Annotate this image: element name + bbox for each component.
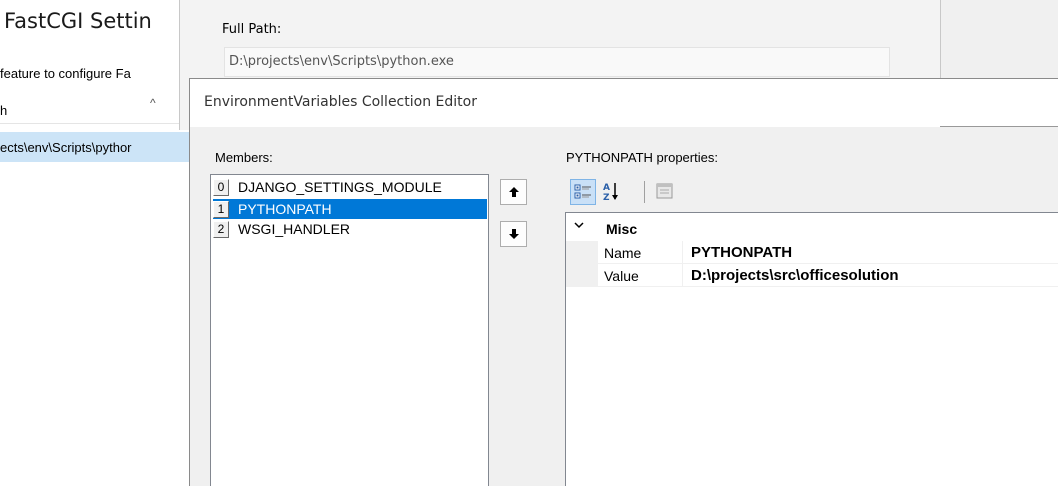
category-name: Misc [606, 221, 638, 237]
list-item[interactable]: ects\env\Scripts\pythor [0, 132, 190, 162]
member-name: PYTHONPATH [238, 201, 332, 217]
move-up-button[interactable] [500, 179, 527, 205]
member-index: 2 [213, 221, 229, 238]
members-label: Members: [215, 150, 273, 165]
move-down-button[interactable] [500, 221, 527, 247]
properties-label: PYTHONPATH properties: [566, 150, 718, 165]
category-row[interactable]: Misc [566, 217, 1058, 239]
page-title: FastCGI Settin [4, 9, 152, 33]
title-divider [940, 126, 1058, 127]
property-row-value[interactable]: Value D:\projects\src\officesolution [566, 264, 1058, 287]
svg-text:A: A [603, 183, 610, 193]
members-list[interactable]: 0 DJANGO_SETTINGS_MODULE 1 PYTHONPATH 2 … [210, 174, 489, 486]
member-item-2[interactable]: 2 WSGI_HANDLER [213, 219, 487, 239]
row-divider [598, 286, 1058, 287]
arrow-up-icon [508, 187, 519, 197]
member-item-1[interactable]: 1 PYTHONPATH [213, 199, 487, 219]
member-name: WSGI_HANDLER [238, 221, 351, 237]
member-index: 1 [213, 201, 229, 218]
property-value[interactable]: PYTHONPATH [691, 244, 792, 261]
toolbar-separator [644, 181, 645, 203]
property-row-name[interactable]: Name PYTHONPATH [566, 241, 1058, 264]
row-margin [566, 241, 598, 264]
property-pages-icon [656, 183, 673, 199]
column-divider[interactable] [682, 264, 683, 287]
fastcgi-settings-window: FastCGI Settin feature to configure Fa h… [0, 0, 190, 486]
full-path-label: Full Path: [222, 22, 282, 37]
property-pages-button[interactable] [652, 179, 678, 205]
chevron-down-icon[interactable] [572, 218, 586, 235]
alphabetical-icon: A Z [603, 183, 618, 203]
svg-text:Z: Z [603, 193, 610, 203]
list-header[interactable]: h ^ [0, 96, 190, 124]
categorized-button[interactable] [570, 179, 596, 205]
dialog-title: EnvironmentVariables Collection Editor [204, 94, 477, 110]
column-divider[interactable] [682, 241, 683, 264]
column-header-path[interactable]: h [0, 103, 7, 118]
title-bar[interactable]: EnvironmentVariables Collection Editor [190, 79, 1058, 127]
member-index: 0 [213, 179, 229, 196]
member-item-0[interactable]: 0 DJANGO_SETTINGS_MODULE [213, 177, 487, 197]
alphabetical-button[interactable]: A Z [600, 179, 626, 205]
member-name: DJANGO_SETTINGS_MODULE [238, 179, 442, 195]
property-name: Name [604, 245, 642, 261]
property-value[interactable]: D:\projects\src\officesolution [691, 267, 899, 284]
property-name: Value [604, 268, 639, 284]
categorized-icon [574, 184, 591, 199]
page-description: feature to configure Fa [0, 66, 131, 81]
property-grid-toolbar: A Z [566, 179, 686, 205]
sort-ascending-icon: ^ [150, 96, 156, 110]
full-path-field[interactable]: D:\projects\env\Scripts\python.exe [224, 47, 890, 77]
arrow-down-icon [508, 229, 519, 239]
collection-editor-dialog: EnvironmentVariables Collection Editor M… [189, 78, 1058, 486]
property-grid[interactable]: Misc Name PYTHONPATH Value D:\projects\s… [565, 212, 1058, 486]
row-margin [566, 264, 598, 287]
